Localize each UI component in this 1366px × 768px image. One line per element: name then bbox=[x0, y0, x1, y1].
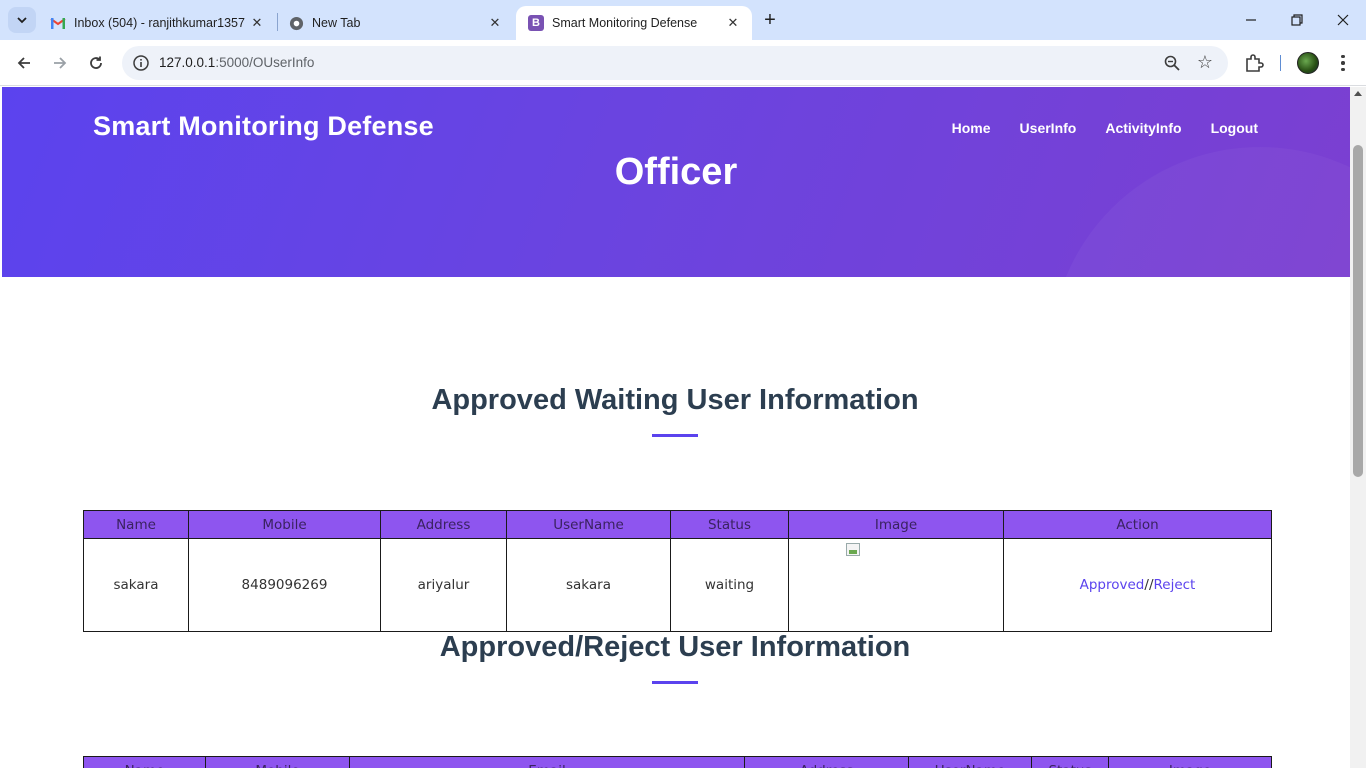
column-header-username: UserName bbox=[908, 756, 1032, 768]
table-header-row: Name Mobile Address UserName Status Imag… bbox=[83, 510, 1272, 539]
new-tab-icon[interactable]: + bbox=[758, 8, 782, 32]
waiting-section-title: Approved Waiting User Information bbox=[431, 384, 919, 416]
approved-section-title: Approved/Reject User Information bbox=[439, 631, 911, 663]
close-tab-icon[interactable]: ✕ bbox=[248, 14, 266, 32]
column-header-address: Address bbox=[744, 756, 909, 768]
cell-status: waiting bbox=[670, 538, 789, 632]
main-nav: Home UserInfo ActivityInfo Logout bbox=[952, 120, 1258, 136]
column-header-name: Name bbox=[83, 756, 206, 768]
cell-image bbox=[788, 538, 1004, 632]
column-header-status: Status bbox=[670, 510, 789, 539]
extensions-icon[interactable] bbox=[1243, 52, 1265, 74]
column-header-image: Image bbox=[1108, 756, 1272, 768]
table-row: sakara 8489096269 ariyalur sakara waitin… bbox=[83, 538, 1272, 632]
nav-activityinfo[interactable]: ActivityInfo bbox=[1105, 120, 1181, 136]
page-title: Officer bbox=[614, 151, 738, 193]
zoom-icon[interactable] bbox=[1163, 54, 1181, 72]
column-header-mobile: Mobile bbox=[205, 756, 350, 768]
cell-action: Approved//Reject bbox=[1003, 538, 1272, 632]
table-header-row: Name Mobile Email Address UserName Statu… bbox=[83, 756, 1272, 768]
column-header-mobile: Mobile bbox=[188, 510, 381, 539]
address-bar[interactable]: 127.0.0.1:5000/OUserInfo ☆ bbox=[122, 46, 1228, 80]
column-header-status: Status bbox=[1031, 756, 1109, 768]
chevron-down-icon bbox=[17, 17, 27, 24]
close-window-icon[interactable] bbox=[1320, 0, 1366, 40]
browser-toolbar: 127.0.0.1:5000/OUserInfo ☆ bbox=[0, 40, 1366, 86]
page-scrollbar[interactable] bbox=[1350, 87, 1366, 768]
tab-inbox[interactable]: Inbox (504) - ranjithkumar1357 ✕ bbox=[38, 6, 276, 40]
action-separator: // bbox=[1144, 577, 1154, 593]
kebab-menu-icon[interactable] bbox=[1333, 52, 1353, 74]
column-header-address: Address bbox=[380, 510, 507, 539]
close-tab-icon[interactable]: ✕ bbox=[724, 14, 742, 32]
restore-icon[interactable] bbox=[1274, 0, 1320, 40]
page-viewport: Smart Monitoring Defense Home UserInfo A… bbox=[0, 87, 1350, 768]
bootstrap-icon: B bbox=[528, 15, 544, 31]
column-header-email: Email bbox=[349, 756, 745, 768]
site-info-icon[interactable] bbox=[132, 54, 150, 72]
url-path: :5000/OUserInfo bbox=[215, 55, 315, 70]
back-icon[interactable] bbox=[10, 49, 38, 77]
nav-home[interactable]: Home bbox=[952, 120, 991, 136]
section-underline bbox=[652, 434, 698, 437]
profile-avatar[interactable] bbox=[1297, 52, 1319, 74]
url-host: 127.0.0.1 bbox=[159, 55, 216, 70]
cell-mobile: 8489096269 bbox=[188, 538, 381, 632]
tab-title: New Tab bbox=[312, 16, 361, 30]
url-text[interactable]: 127.0.0.1:5000/OUserInfo bbox=[159, 55, 314, 70]
column-header-action: Action bbox=[1003, 510, 1272, 539]
cell-username: sakara bbox=[506, 538, 671, 632]
minimize-icon[interactable] bbox=[1228, 0, 1274, 40]
cell-address: ariyalur bbox=[380, 538, 507, 632]
tab-search-button[interactable] bbox=[8, 7, 36, 33]
scroll-up-arrow-icon[interactable] bbox=[1354, 91, 1362, 96]
forward-icon[interactable] bbox=[46, 49, 74, 77]
column-header-name: Name bbox=[83, 510, 189, 539]
tab-title: Smart Monitoring Defense bbox=[552, 16, 698, 30]
nav-logout[interactable]: Logout bbox=[1211, 120, 1258, 136]
chrome-icon bbox=[288, 15, 304, 31]
reject-link[interactable]: Reject bbox=[1154, 577, 1196, 593]
approved-users-table: Name Mobile Email Address UserName Statu… bbox=[83, 756, 1272, 768]
close-tab-icon[interactable]: ✕ bbox=[486, 14, 504, 32]
hero-header: Smart Monitoring Defense Home UserInfo A… bbox=[2, 87, 1350, 277]
waiting-users-table: Name Mobile Address UserName Status Imag… bbox=[83, 510, 1272, 632]
approve-link[interactable]: Approved bbox=[1080, 577, 1145, 593]
reload-icon[interactable] bbox=[82, 49, 110, 77]
toolbar-divider bbox=[1280, 55, 1281, 71]
cell-name: sakara bbox=[83, 538, 189, 632]
tab-title: Inbox (504) - ranjithkumar1357 bbox=[74, 16, 245, 30]
column-header-username: UserName bbox=[506, 510, 671, 539]
scrollbar-thumb[interactable] bbox=[1353, 145, 1363, 477]
bootstrap-icon-letter: B bbox=[528, 15, 544, 31]
broken-image-icon bbox=[846, 543, 860, 556]
bookmark-star-icon[interactable]: ☆ bbox=[1195, 52, 1215, 72]
site-brand[interactable]: Smart Monitoring Defense bbox=[93, 111, 434, 142]
gmail-icon bbox=[50, 15, 66, 31]
nav-userinfo[interactable]: UserInfo bbox=[1020, 120, 1077, 136]
column-header-image: Image bbox=[788, 510, 1004, 539]
browser-tabbar: Inbox (504) - ranjithkumar1357 ✕ New Tab… bbox=[0, 0, 1366, 40]
tab-smart-monitoring[interactable]: B Smart Monitoring Defense ✕ bbox=[516, 6, 752, 40]
tab-new-tab[interactable]: New Tab ✕ bbox=[276, 6, 514, 40]
section-underline bbox=[652, 681, 698, 684]
